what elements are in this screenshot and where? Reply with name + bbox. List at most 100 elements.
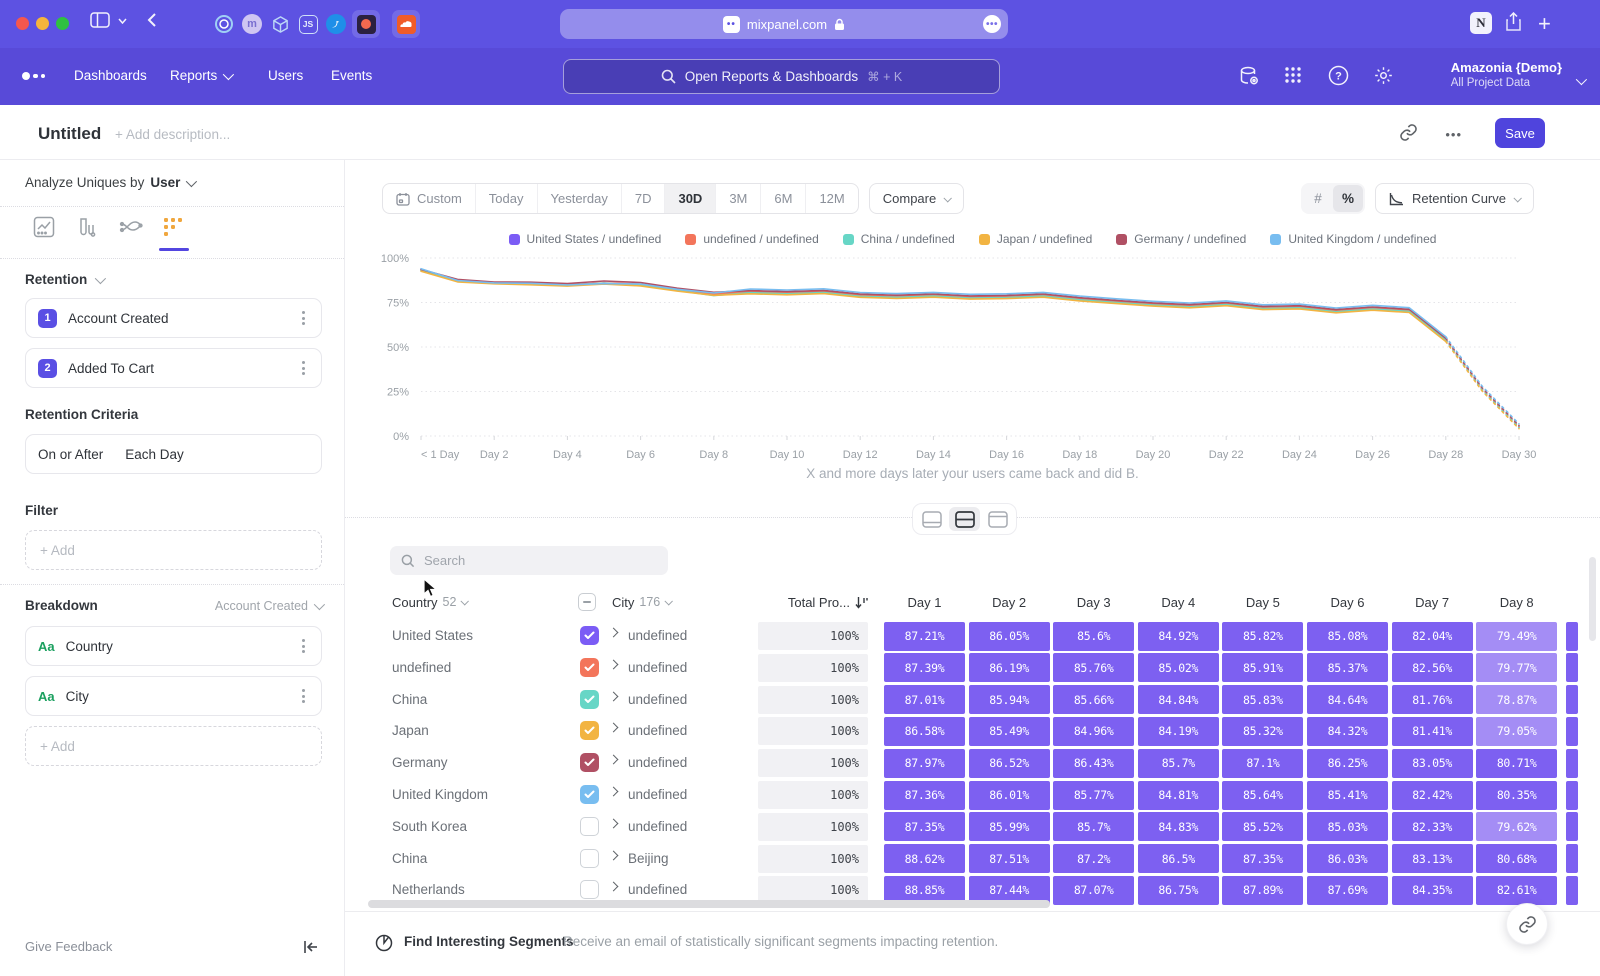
kebab-menu-icon[interactable]	[298, 635, 309, 657]
nav-users[interactable]: Users	[268, 68, 303, 83]
series-checkbox-checked[interactable]	[580, 721, 599, 740]
retention-cell[interactable]: 85.52%	[1222, 812, 1303, 841]
retention-cell[interactable]: 84.92%	[1138, 622, 1219, 651]
retention-cell[interactable]: 86.19%	[969, 653, 1050, 682]
nav-dashboards[interactable]: Dashboards	[74, 68, 147, 83]
legend-item[interactable]: United Kingdom / undefined	[1270, 232, 1436, 246]
report-title[interactable]: Untitled	[38, 124, 101, 144]
expand-row-icon[interactable]	[609, 818, 619, 828]
retention-cell[interactable]: 79.05%	[1476, 717, 1557, 746]
horizontal-scrollbar[interactable]	[368, 900, 1050, 908]
retention-cell[interactable]: 87.89%	[1222, 876, 1303, 905]
criteria-interval-select[interactable]: Each Day	[125, 447, 184, 462]
retention-cell[interactable]: 87.35%	[884, 812, 965, 841]
retention-cell[interactable]: 82.56%	[1392, 653, 1473, 682]
retention-cell[interactable]: 86.75%	[1138, 876, 1219, 905]
retention-cell[interactable]: 85.99%	[969, 812, 1050, 841]
tab-retention-icon-active[interactable]	[162, 216, 186, 240]
tab-chevron-icon[interactable]	[118, 18, 127, 24]
retention-cell[interactable]: 85.7%	[1138, 749, 1219, 778]
column-day[interactable]: Day 2	[969, 590, 1050, 614]
share-link-fab[interactable]	[1506, 903, 1548, 945]
retention-cell[interactable]: 83.05%	[1392, 749, 1473, 778]
extension-cube-icon[interactable]	[266, 10, 294, 38]
expand-row-icon[interactable]	[609, 723, 619, 733]
retention-cell[interactable]: 85.94%	[969, 685, 1050, 714]
legend-item[interactable]: China / undefined	[843, 232, 955, 246]
retention-cell[interactable]: 87.1%	[1222, 749, 1303, 778]
extension-ring-icon[interactable]	[210, 10, 238, 38]
retention-cell[interactable]: 85.37%	[1307, 653, 1388, 682]
criteria-condition-select[interactable]: On or After	[38, 447, 103, 462]
vertical-scrollbar[interactable]	[1589, 557, 1596, 641]
page-actions-button[interactable]: •••	[983, 15, 1001, 33]
series-checkbox-unchecked[interactable]	[580, 880, 599, 899]
range-12m[interactable]: 12M	[805, 184, 857, 213]
retention-cell[interactable]: 86.25%	[1307, 749, 1388, 778]
retention-cell[interactable]: 85.6%	[1053, 622, 1134, 651]
retention-cell[interactable]: 85.08%	[1307, 622, 1388, 651]
series-checkbox-checked[interactable]	[580, 626, 599, 645]
retention-cell[interactable]: 85.77%	[1053, 781, 1134, 810]
column-day[interactable]: Day 8	[1476, 590, 1557, 614]
range-3m[interactable]: 3M	[715, 184, 760, 213]
retention-cell[interactable]: 85.03%	[1307, 812, 1388, 841]
retention-cell[interactable]: 85.02%	[1138, 653, 1219, 682]
retention-cell[interactable]: 80.68%	[1476, 844, 1557, 873]
share-icon[interactable]	[1505, 12, 1522, 32]
global-search[interactable]: Open Reports & Dashboards ⌘ + K	[563, 59, 1000, 94]
legend-item[interactable]: Japan / undefined	[979, 232, 1092, 246]
retention-cell[interactable]: 84.83%	[1138, 812, 1219, 841]
series-checkbox-checked[interactable]	[580, 753, 599, 772]
help-icon[interactable]: ?	[1328, 65, 1349, 91]
find-segments-title[interactable]: Find Interesting Segments	[404, 934, 574, 949]
add-filter-button[interactable]: + Add	[25, 530, 322, 570]
back-button[interactable]	[147, 12, 157, 28]
retention-cell[interactable]: 81.41%	[1392, 717, 1473, 746]
range-30d-active[interactable]: 30D	[664, 184, 715, 213]
column-day[interactable]: Day 3	[1053, 590, 1134, 614]
retention-cell[interactable]: 87.07%	[1053, 876, 1134, 905]
retention-cell[interactable]: 82.33%	[1392, 812, 1473, 841]
settings-gear-icon[interactable]	[1373, 65, 1394, 91]
retention-cell[interactable]: 87.21%	[884, 622, 965, 651]
table-search-input[interactable]	[424, 553, 644, 568]
retention-cell[interactable]: 87.35%	[1222, 844, 1303, 873]
mixpanel-logo[interactable]	[22, 72, 45, 80]
retention-cell[interactable]: 85.49%	[969, 717, 1050, 746]
retention-cell[interactable]: 84.19%	[1138, 717, 1219, 746]
range-custom[interactable]: Custom	[383, 184, 475, 213]
tab-insights-icon[interactable]	[33, 216, 57, 240]
breakdown-city[interactable]: Aa City	[25, 676, 322, 716]
retention-cell[interactable]: 84.32%	[1307, 717, 1388, 746]
retention-cell[interactable]: 86.58%	[884, 717, 965, 746]
legend-item[interactable]: United States / undefined	[509, 232, 662, 246]
retention-cell[interactable]: 86.03%	[1307, 844, 1388, 873]
window-zoom-button[interactable]	[56, 17, 69, 30]
tab-flows-icon[interactable]	[119, 216, 143, 240]
retention-cell[interactable]: 87.39%	[884, 653, 965, 682]
retention-cell[interactable]: 85.83%	[1222, 685, 1303, 714]
retention-line-chart[interactable]: 100%75%50%25%0%< 1 DayDay 2Day 4Day 6Day…	[357, 250, 1542, 465]
retention-cell[interactable]: 81.76%	[1392, 685, 1473, 714]
column-day[interactable]: Day 1	[884, 590, 965, 614]
layout-table-focus[interactable]	[982, 507, 1013, 531]
column-day[interactable]: Day 7	[1392, 590, 1473, 614]
retention-cell[interactable]: 82.61%	[1476, 876, 1557, 905]
nav-reports[interactable]: Reports	[170, 68, 231, 83]
retention-cell[interactable]: 79.62%	[1476, 812, 1557, 841]
retention-cell[interactable]: 85.66%	[1053, 685, 1134, 714]
retention-cell[interactable]: 85.91%	[1222, 653, 1303, 682]
retention-cell[interactable]: 84.35%	[1392, 876, 1473, 905]
retention-cell[interactable]: 87.69%	[1307, 876, 1388, 905]
column-day[interactable]: Day 6	[1307, 590, 1388, 614]
retention-cell[interactable]: 82.04%	[1392, 622, 1473, 651]
column-city[interactable]: City176	[612, 590, 671, 614]
extension-bird-icon[interactable]	[322, 10, 350, 38]
mode-percent-active[interactable]: %	[1333, 185, 1363, 212]
range-7d[interactable]: 7D	[621, 184, 665, 213]
range-6m[interactable]: 6M	[760, 184, 805, 213]
retention-cell[interactable]: 85.82%	[1222, 622, 1303, 651]
retention-cell[interactable]: 87.97%	[884, 749, 965, 778]
kebab-menu-icon[interactable]	[298, 685, 309, 707]
